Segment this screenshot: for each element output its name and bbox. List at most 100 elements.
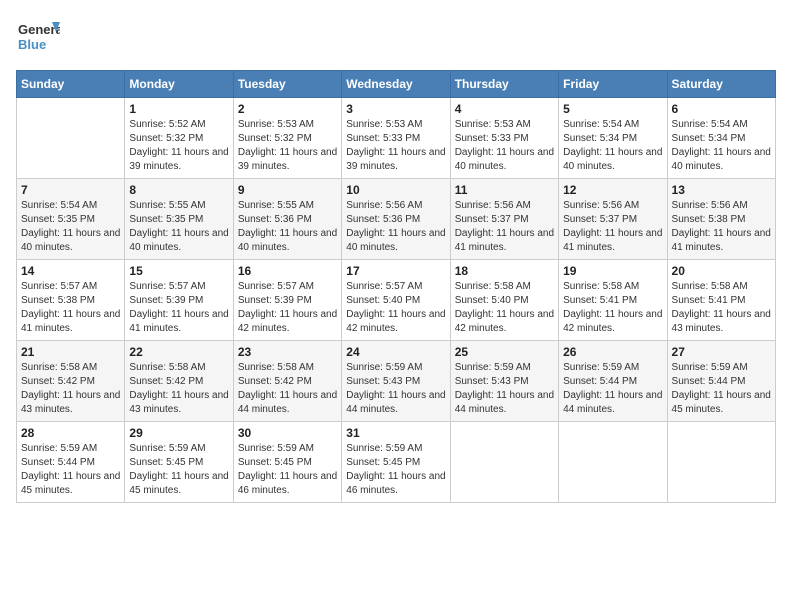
weekday-header-wednesday: Wednesday bbox=[342, 71, 450, 98]
day-number: 30 bbox=[238, 426, 337, 440]
calendar-cell bbox=[667, 422, 775, 503]
calendar-cell: 20 Sunrise: 5:58 AMSunset: 5:41 PMDayligh… bbox=[667, 260, 775, 341]
day-number: 26 bbox=[563, 345, 662, 359]
day-number: 17 bbox=[346, 264, 445, 278]
calendar-week-2: 7 Sunrise: 5:54 AMSunset: 5:35 PMDaylight… bbox=[17, 179, 776, 260]
weekday-header-tuesday: Tuesday bbox=[233, 71, 341, 98]
day-info: Sunrise: 5:57 AMSunset: 5:38 PMDaylight:… bbox=[21, 280, 120, 336]
calendar-cell: 17 Sunrise: 5:57 AMSunset: 5:40 PMDayligh… bbox=[342, 260, 450, 341]
day-info: Sunrise: 5:56 AMSunset: 5:37 PMDaylight:… bbox=[563, 199, 662, 255]
day-number: 21 bbox=[21, 345, 120, 359]
calendar-cell: 8Sunrise: 5:55 AMSunset: 5:35 PMDaylight… bbox=[125, 179, 233, 260]
calendar-cell: 7 Sunrise: 5:54 AMSunset: 5:35 PMDaylight… bbox=[17, 179, 125, 260]
day-number: 18 bbox=[455, 264, 554, 278]
day-info: Sunrise: 5:55 AMSunset: 5:35 PMDaylight:… bbox=[129, 199, 228, 255]
day-number: 16 bbox=[238, 264, 337, 278]
calendar-cell: 10 Sunrise: 5:56 AMSunset: 5:36 PMDayligh… bbox=[342, 179, 450, 260]
day-number: 6 bbox=[672, 102, 771, 116]
calendar-week-4: 21 Sunrise: 5:58 AMSunset: 5:42 PMDayligh… bbox=[17, 341, 776, 422]
day-number: 22 bbox=[129, 345, 228, 359]
day-info: Sunrise: 5:58 AMSunset: 5:40 PMDaylight:… bbox=[455, 280, 554, 336]
day-info: Sunrise: 5:53 AMSunset: 5:32 PMDaylight:… bbox=[238, 118, 337, 174]
logo-svg: General Blue bbox=[16, 16, 60, 60]
calendar-cell bbox=[17, 98, 125, 179]
day-number: 4 bbox=[455, 102, 554, 116]
day-number: 15 bbox=[129, 264, 228, 278]
calendar-cell: 3 Sunrise: 5:53 AMSunset: 5:33 PMDaylight… bbox=[342, 98, 450, 179]
calendar-cell: 9Sunrise: 5:55 AMSunset: 5:36 PMDaylight… bbox=[233, 179, 341, 260]
day-info: Sunrise: 5:56 AMSunset: 5:38 PMDaylight:… bbox=[672, 199, 771, 255]
calendar-cell bbox=[559, 422, 667, 503]
day-info: Sunrise: 5:59 AMSunset: 5:45 PMDaylight:… bbox=[346, 442, 445, 498]
calendar-cell: 4 Sunrise: 5:53 AMSunset: 5:33 PMDaylight… bbox=[450, 98, 558, 179]
calendar-week-3: 14 Sunrise: 5:57 AMSunset: 5:38 PMDayligh… bbox=[17, 260, 776, 341]
day-info: Sunrise: 5:56 AMSunset: 5:36 PMDaylight:… bbox=[346, 199, 445, 255]
day-number: 25 bbox=[455, 345, 554, 359]
calendar-cell: 6 Sunrise: 5:54 AMSunset: 5:34 PMDaylight… bbox=[667, 98, 775, 179]
calendar-cell: 27 Sunrise: 5:59 AMSunset: 5:44 PMDayligh… bbox=[667, 341, 775, 422]
calendar-cell: 16 Sunrise: 5:57 AMSunset: 5:39 PMDayligh… bbox=[233, 260, 341, 341]
svg-text:Blue: Blue bbox=[18, 37, 46, 52]
weekday-header-friday: Friday bbox=[559, 71, 667, 98]
day-info: Sunrise: 5:59 AMSunset: 5:44 PMDaylight:… bbox=[21, 442, 120, 498]
day-info: Sunrise: 5:59 AMSunset: 5:45 PMDaylight:… bbox=[129, 442, 228, 498]
calendar-cell: 11Sunrise: 5:56 AMSunset: 5:37 PMDayligh… bbox=[450, 179, 558, 260]
calendar-cell: 12Sunrise: 5:56 AMSunset: 5:37 PMDayligh… bbox=[559, 179, 667, 260]
calendar-cell: 1 Sunrise: 5:52 AMSunset: 5:32 PMDaylight… bbox=[125, 98, 233, 179]
day-info: Sunrise: 5:59 AMSunset: 5:43 PMDaylight:… bbox=[455, 361, 554, 417]
day-info: Sunrise: 5:56 AMSunset: 5:37 PMDaylight:… bbox=[455, 199, 554, 255]
day-number: 28 bbox=[21, 426, 120, 440]
calendar-cell: 15 Sunrise: 5:57 AMSunset: 5:39 PMDayligh… bbox=[125, 260, 233, 341]
page-header: General Blue bbox=[16, 16, 776, 60]
calendar-cell bbox=[450, 422, 558, 503]
day-info: Sunrise: 5:58 AMSunset: 5:42 PMDaylight:… bbox=[238, 361, 337, 417]
calendar-cell: 23Sunrise: 5:58 AMSunset: 5:42 PMDayligh… bbox=[233, 341, 341, 422]
day-number: 9 bbox=[238, 183, 337, 197]
day-info: Sunrise: 5:57 AMSunset: 5:39 PMDaylight:… bbox=[129, 280, 228, 336]
day-info: Sunrise: 5:59 AMSunset: 5:44 PMDaylight:… bbox=[672, 361, 771, 417]
day-info: Sunrise: 5:53 AMSunset: 5:33 PMDaylight:… bbox=[346, 118, 445, 174]
day-info: Sunrise: 5:59 AMSunset: 5:44 PMDaylight:… bbox=[563, 361, 662, 417]
weekday-header-saturday: Saturday bbox=[667, 71, 775, 98]
day-number: 27 bbox=[672, 345, 771, 359]
day-number: 3 bbox=[346, 102, 445, 116]
day-info: Sunrise: 5:58 AMSunset: 5:41 PMDaylight:… bbox=[563, 280, 662, 336]
calendar-cell: 29 Sunrise: 5:59 AMSunset: 5:45 PMDayligh… bbox=[125, 422, 233, 503]
calendar-cell: 18 Sunrise: 5:58 AMSunset: 5:40 PMDayligh… bbox=[450, 260, 558, 341]
day-number: 13 bbox=[672, 183, 771, 197]
day-number: 2 bbox=[238, 102, 337, 116]
day-info: Sunrise: 5:58 AMSunset: 5:41 PMDaylight:… bbox=[672, 280, 771, 336]
calendar-table: SundayMondayTuesdayWednesdayThursdayFrid… bbox=[16, 70, 776, 503]
day-number: 7 bbox=[21, 183, 120, 197]
calendar-cell: 26 Sunrise: 5:59 AMSunset: 5:44 PMDayligh… bbox=[559, 341, 667, 422]
day-info: Sunrise: 5:57 AMSunset: 5:40 PMDaylight:… bbox=[346, 280, 445, 336]
day-number: 24 bbox=[346, 345, 445, 359]
calendar-cell: 28 Sunrise: 5:59 AMSunset: 5:44 PMDayligh… bbox=[17, 422, 125, 503]
calendar-cell: 19 Sunrise: 5:58 AMSunset: 5:41 PMDayligh… bbox=[559, 260, 667, 341]
day-number: 29 bbox=[129, 426, 228, 440]
calendar-week-5: 28 Sunrise: 5:59 AMSunset: 5:44 PMDayligh… bbox=[17, 422, 776, 503]
day-number: 20 bbox=[672, 264, 771, 278]
weekday-header-sunday: Sunday bbox=[17, 71, 125, 98]
logo: General Blue bbox=[16, 16, 60, 60]
day-info: Sunrise: 5:53 AMSunset: 5:33 PMDaylight:… bbox=[455, 118, 554, 174]
calendar-cell: 30Sunrise: 5:59 AMSunset: 5:45 PMDayligh… bbox=[233, 422, 341, 503]
calendar-cell: 5Sunrise: 5:54 AMSunset: 5:34 PMDaylight… bbox=[559, 98, 667, 179]
calendar-cell: 13 Sunrise: 5:56 AMSunset: 5:38 PMDayligh… bbox=[667, 179, 775, 260]
calendar-cell: 2 Sunrise: 5:53 AMSunset: 5:32 PMDaylight… bbox=[233, 98, 341, 179]
day-info: Sunrise: 5:54 AMSunset: 5:35 PMDaylight:… bbox=[21, 199, 120, 255]
day-info: Sunrise: 5:54 AMSunset: 5:34 PMDaylight:… bbox=[672, 118, 771, 174]
weekday-header-thursday: Thursday bbox=[450, 71, 558, 98]
calendar-cell: 24Sunrise: 5:59 AMSunset: 5:43 PMDayligh… bbox=[342, 341, 450, 422]
day-info: Sunrise: 5:52 AMSunset: 5:32 PMDaylight:… bbox=[129, 118, 228, 174]
day-number: 14 bbox=[21, 264, 120, 278]
day-number: 19 bbox=[563, 264, 662, 278]
weekday-header-monday: Monday bbox=[125, 71, 233, 98]
day-info: Sunrise: 5:54 AMSunset: 5:34 PMDaylight:… bbox=[563, 118, 662, 174]
day-number: 10 bbox=[346, 183, 445, 197]
day-info: Sunrise: 5:57 AMSunset: 5:39 PMDaylight:… bbox=[238, 280, 337, 336]
calendar-week-1: 1 Sunrise: 5:52 AMSunset: 5:32 PMDaylight… bbox=[17, 98, 776, 179]
day-number: 1 bbox=[129, 102, 228, 116]
calendar-cell: 21Sunrise: 5:58 AMSunset: 5:42 PMDayligh… bbox=[17, 341, 125, 422]
calendar-cell: 22Sunrise: 5:58 AMSunset: 5:42 PMDayligh… bbox=[125, 341, 233, 422]
